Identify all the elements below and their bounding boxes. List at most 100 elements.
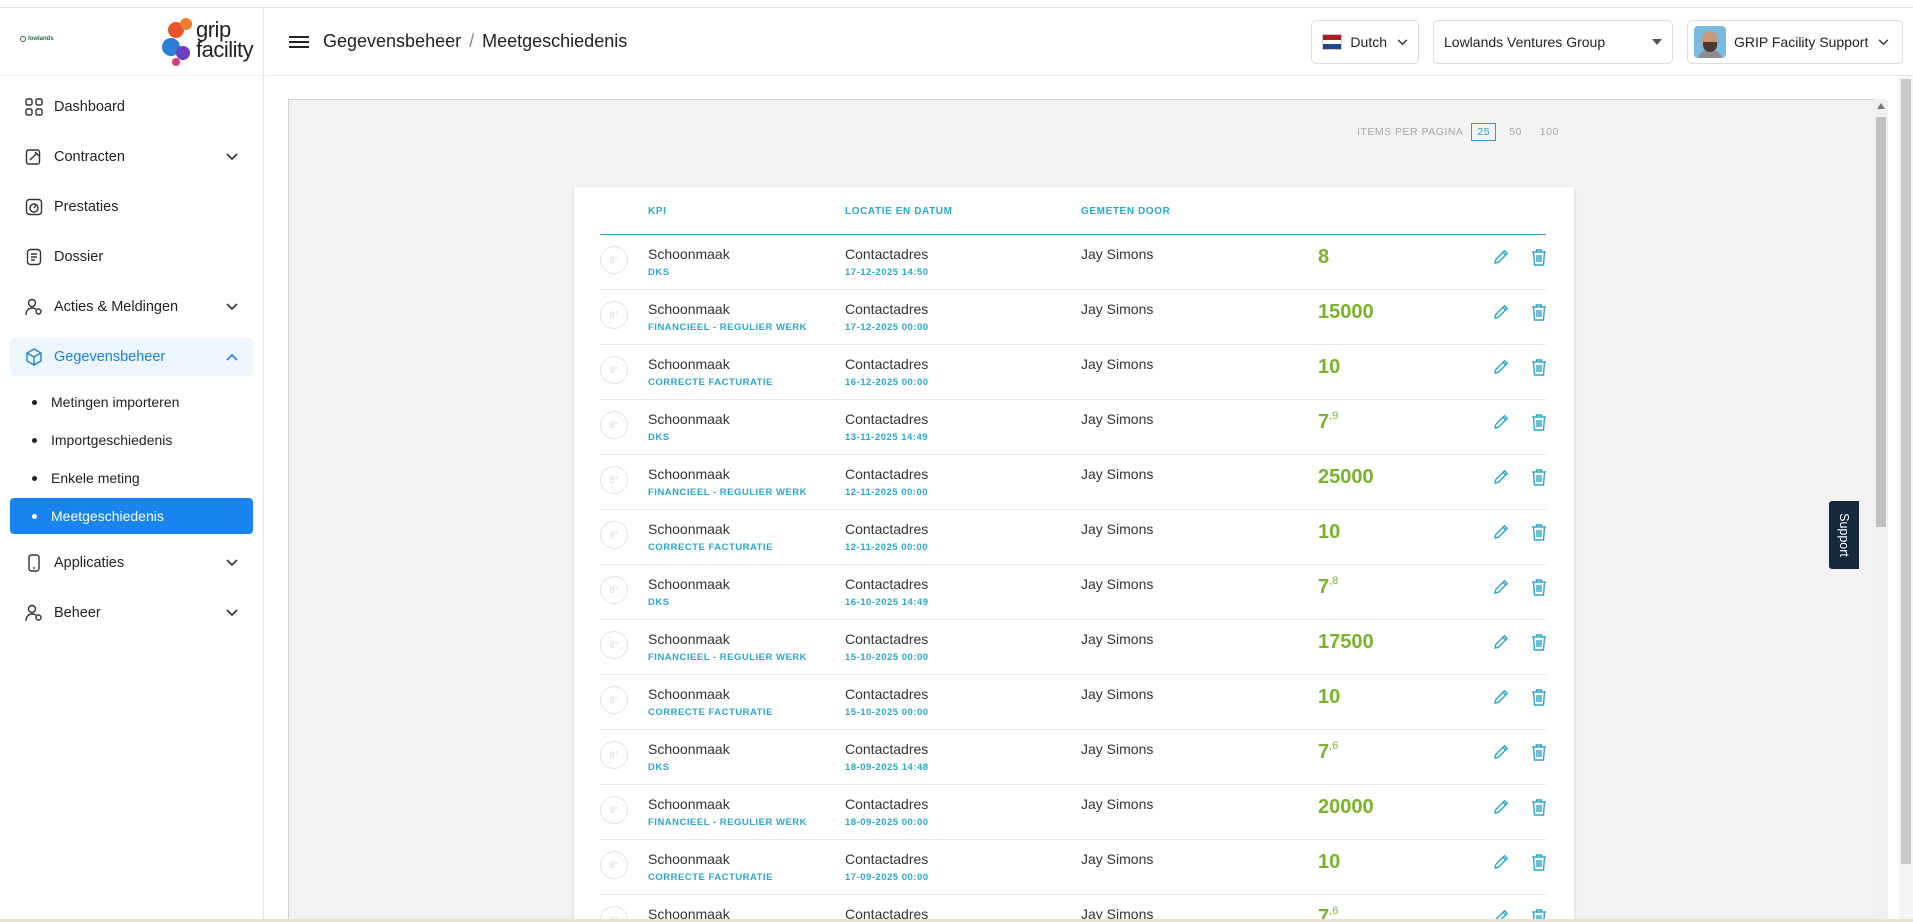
sidebar-item-acties-meldingen[interactable]: Acties & Meldingen: [10, 288, 253, 326]
chevron-down-icon[interactable]: [225, 150, 239, 164]
delete-trash-icon[interactable]: [1531, 688, 1549, 708]
delete-trash-icon[interactable]: [1531, 523, 1549, 543]
table-row[interactable]: 8° Schoonmaak FINANCIEEL - REGULIER WERK Co…: [600, 290, 1546, 345]
grip-facility-logo[interactable]: grip facility: [160, 18, 254, 70]
delete-trash-icon[interactable]: [1531, 358, 1549, 378]
document-icon: [24, 247, 44, 267]
edit-pencil-icon[interactable]: [1492, 743, 1512, 763]
organization-select[interactable]: Lowlands Ventures Group: [1433, 20, 1673, 64]
delete-trash-icon[interactable]: [1531, 303, 1549, 323]
language-select[interactable]: Dutch: [1311, 20, 1419, 64]
measurement-type-icon: 8°: [600, 246, 628, 274]
page-scrollbar-thumb[interactable]: [1901, 79, 1911, 864]
column-header-kpi[interactable]: KPI: [648, 206, 666, 217]
delete-trash-icon[interactable]: [1531, 798, 1549, 818]
delete-trash-icon[interactable]: [1531, 743, 1549, 763]
chevron-down-icon[interactable]: [225, 300, 239, 314]
table-row[interactable]: 8° Schoonmaak DKS Contactadres 16-10-2025 14…: [600, 565, 1546, 620]
subitem-label: Importgeschiedenis: [51, 432, 173, 448]
edit-pencil-icon[interactable]: [1492, 798, 1512, 818]
edit-pencil-icon[interactable]: [1492, 413, 1512, 433]
row-value-integer: 7: [1318, 576, 1330, 598]
row-category: FINANCIEEL - REGULIER WERK: [648, 817, 808, 828]
sidebar-item-label: Contracten: [54, 149, 125, 165]
table-row[interactable]: 8° Schoonmaak FINANCIEEL - REGULIER WERK Co…: [600, 785, 1546, 840]
hamburger-menu-icon[interactable]: [289, 34, 309, 50]
support-label: Support: [1837, 513, 1851, 557]
sidebar-item-prestaties[interactable]: Prestaties: [10, 188, 253, 226]
row-value: 7,8: [1318, 575, 1339, 599]
edit-pencil-icon[interactable]: [1492, 248, 1512, 268]
table-row[interactable]: 8° Schoonmaak DKS Contactadres 17-12-2025 14…: [600, 235, 1546, 290]
subitem-meetgeschiedenis[interactable]: Meetgeschiedenis: [10, 498, 253, 534]
row-date: 15-10-2025 00:00: [845, 652, 929, 663]
row-date: 18-09-2025 00:00: [845, 817, 929, 828]
page-size-option-50[interactable]: 50: [1504, 124, 1527, 140]
delete-trash-icon[interactable]: [1531, 468, 1549, 488]
table-row[interactable]: 8°SchoonmaakDKSContactadresJay Simons7,6: [600, 895, 1546, 922]
delete-trash-icon[interactable]: [1531, 413, 1549, 433]
scrollbar-thumb[interactable]: [1876, 117, 1886, 527]
edit-pencil-icon[interactable]: [1492, 358, 1512, 378]
sidebar-nav: Dashboard Contracten Prestaties Dossier: [0, 76, 263, 632]
sidebar-item-gegevensbeheer[interactable]: Gegevensbeheer: [10, 338, 253, 376]
edit-pencil-icon[interactable]: [1492, 523, 1512, 543]
chevron-down-icon[interactable]: [225, 556, 239, 570]
sidebar-item-applicaties[interactable]: Applicaties: [10, 544, 253, 582]
phone-icon: [24, 553, 44, 573]
subitem-importgeschiedenis[interactable]: Importgeschiedenis: [10, 422, 253, 458]
scroll-up-arrow-icon[interactable]: [1877, 103, 1885, 109]
subitem-enkele-meting[interactable]: Enkele meting: [10, 460, 253, 496]
table-row[interactable]: 8° Schoonmaak CORRECTE FACTURATIE Contactad…: [600, 840, 1546, 895]
subitem-label: Meetgeschiedenis: [51, 508, 164, 524]
delete-trash-icon[interactable]: [1531, 633, 1549, 653]
table-row[interactable]: 8° Schoonmaak DKS Contactadres 18-09-2025 14…: [600, 730, 1546, 785]
client-logo[interactable]: lowlands: [20, 36, 54, 42]
row-date: 15-10-2025 00:00: [845, 707, 929, 718]
table-row[interactable]: 8° Schoonmaak FINANCIEEL - REGULIER WERK Co…: [600, 620, 1546, 675]
table-row[interactable]: 8° Schoonmaak DKS Contactadres 13-11-2025 14…: [600, 400, 1546, 455]
edit-pencil-icon[interactable]: [1492, 578, 1512, 598]
row-kpi: Schoonmaak: [648, 686, 730, 702]
edit-pencil-icon[interactable]: [1492, 633, 1512, 653]
user-menu[interactable]: GRIP Facility Support: [1687, 20, 1903, 64]
row-value: 10: [1318, 686, 1340, 709]
sidebar-item-dashboard[interactable]: Dashboard: [10, 88, 253, 126]
gegevensbeheer-submenu: Metingen importeren Importgeschiedenis E…: [0, 384, 263, 534]
top-header: Gegevensbeheer / Meetgeschiedenis Dutch …: [265, 8, 1913, 76]
page-size-option-25[interactable]: 25: [1471, 123, 1497, 141]
frame-scrollbar[interactable]: [1874, 99, 1888, 922]
chevron-up-icon[interactable]: [225, 350, 239, 364]
row-value-decimal: ,9: [1329, 410, 1339, 422]
sidebar-item-dossier[interactable]: Dossier: [10, 238, 253, 276]
page-scrollbar[interactable]: [1899, 77, 1913, 922]
bullet-icon: [32, 437, 37, 443]
breadcrumb-item[interactable]: Gegevensbeheer: [323, 31, 461, 52]
edit-pencil-icon[interactable]: [1492, 468, 1512, 488]
delete-trash-icon[interactable]: [1531, 248, 1549, 268]
row-kpi: Schoonmaak: [648, 466, 730, 482]
delete-trash-icon[interactable]: [1531, 853, 1549, 873]
table-row[interactable]: 8° Schoonmaak CORRECTE FACTURATIE Contactad…: [600, 510, 1546, 565]
sidebar-item-beheer[interactable]: Beheer: [10, 594, 253, 632]
delete-trash-icon[interactable]: [1531, 578, 1549, 598]
table-row[interactable]: 8° Schoonmaak FINANCIEEL - REGULIER WERK Co…: [600, 455, 1546, 510]
row-date: 17-12-2025 14:50: [845, 267, 929, 278]
page-size-option-100[interactable]: 100: [1535, 124, 1564, 140]
edit-pencil-icon[interactable]: [1492, 688, 1512, 708]
support-tab[interactable]: Support: [1829, 501, 1859, 569]
edit-pencil-icon[interactable]: [1492, 303, 1512, 323]
sidebar-item-contracten[interactable]: Contracten: [10, 138, 253, 176]
row-measured-by: Jay Simons: [1081, 741, 1154, 757]
chevron-down-icon[interactable]: [225, 606, 239, 620]
chevron-down-icon: [1397, 38, 1408, 46]
row-location: Contactadres: [845, 686, 929, 702]
table-row[interactable]: 8° Schoonmaak CORRECTE FACTURATIE Contactad…: [600, 345, 1546, 400]
edit-pencil-icon[interactable]: [1492, 853, 1512, 873]
column-header-measured-by[interactable]: GEMETEN DOOR: [1081, 206, 1170, 217]
table-row[interactable]: 8° Schoonmaak CORRECTE FACTURATIE Contactad…: [600, 675, 1546, 730]
row-value-decimal: ,8: [1329, 575, 1339, 587]
grid-icon: [24, 97, 44, 117]
column-header-location[interactable]: LOCATIE EN DATUM: [845, 206, 953, 217]
subitem-metingen-importeren[interactable]: Metingen importeren: [10, 384, 253, 420]
